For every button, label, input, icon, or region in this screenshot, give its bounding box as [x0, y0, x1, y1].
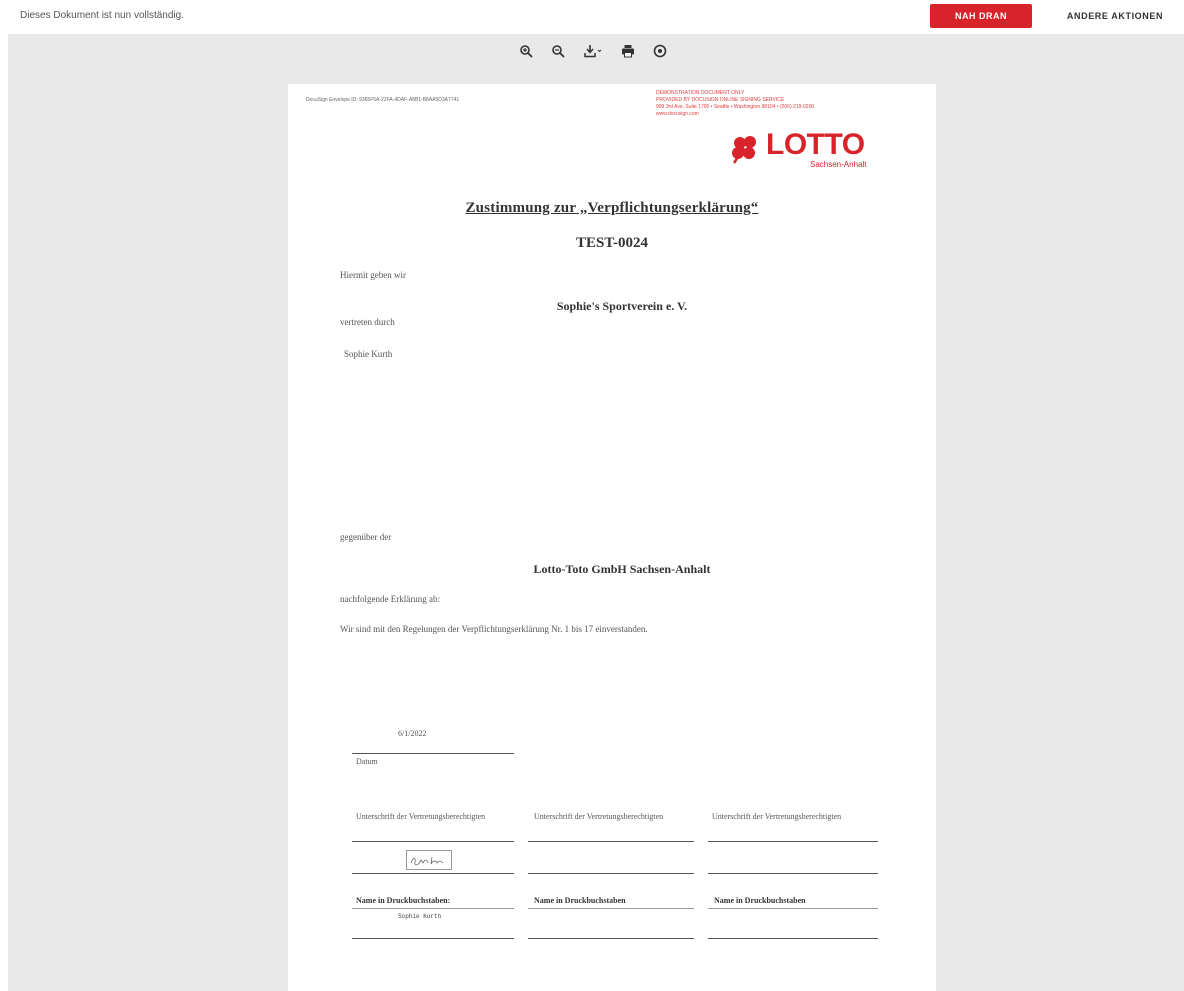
document-page: DocuSign Envelope ID: 9365F5A-22FA-4DAF-…	[288, 84, 936, 991]
signature-label-3: Unterschrift der Vertretungsberechtigten	[712, 812, 842, 821]
text-gegenueber: gegenüber der	[340, 532, 392, 542]
demo-notice-line: 999 3rd Ave, Suite 1700 • Seattle • Wash…	[656, 104, 815, 110]
signature-rule-3	[708, 873, 878, 874]
statement-text: Wir sind mit den Regelungen der Verpflic…	[340, 624, 648, 634]
print-icon[interactable]	[618, 41, 638, 61]
envelope-id: DocuSign Envelope ID: 9365F5A-22FA-4DAF-…	[306, 97, 460, 103]
print-name-rule-3	[708, 938, 878, 939]
signature-rule-1	[352, 873, 514, 874]
signature-label-rule-2	[528, 841, 694, 842]
download-icon[interactable]	[580, 41, 606, 61]
signature-label-rule-1	[352, 841, 514, 842]
organization-name: Sophie's Sportverein e. V.	[556, 299, 688, 313]
print-name-top-rule-3	[708, 908, 878, 909]
clover-logo-icon	[732, 136, 756, 164]
date-rule	[352, 753, 514, 754]
text-hiermit: Hiermit geben wir	[340, 270, 406, 280]
other-actions-button[interactable]: ANDERE AKTIONEN	[1052, 4, 1178, 28]
text-vertreten: vertreten durch	[340, 317, 395, 327]
date-value: 6/1/2022	[398, 729, 427, 738]
print-name-top-rule-2	[528, 908, 694, 909]
representative-name: Sophie Kurth	[344, 349, 393, 359]
demo-notice: DEMONSTRATION DOCUMENT ONLY PROVIDED BY …	[656, 90, 936, 118]
help-icon[interactable]	[650, 41, 670, 61]
document-viewer: DocuSign Envelope ID: 9365F5A-22FA-4DAF-…	[8, 34, 1184, 991]
signature-rule-2	[528, 873, 694, 874]
print-name-label-2: Name in Druckbuchstaben	[534, 896, 626, 905]
print-name-label-3: Name in Druckbuchstaben	[714, 896, 806, 905]
lotto-logo: LOTTO Sachsen-Anhalt	[728, 128, 888, 176]
demo-notice-line: PROVIDED BY DOCUSIGN ONLINE SIGNING SERV…	[656, 97, 785, 103]
print-name-top-rule-1	[352, 908, 514, 909]
printed-name: Sophie Kurth	[398, 913, 442, 920]
text-nachfolgende: nachfolgende Erklärung ab:	[340, 594, 440, 604]
status-message: Dieses Dokument ist nun vollständig.	[20, 10, 184, 21]
document-title: Zustimmung zur „Verpflichtungserklärung“	[465, 200, 759, 216]
signature-label-rule-3	[708, 841, 878, 842]
signature-field[interactable]	[406, 850, 452, 870]
demo-notice-line: www.docusign.com	[656, 111, 699, 117]
primary-action-button[interactable]: NAH DRAN	[930, 4, 1032, 28]
demo-notice-line: DEMONSTRATION DOCUMENT ONLY	[656, 90, 745, 96]
logo-subtitle: Sachsen-Anhalt	[810, 160, 867, 169]
print-name-rule-1	[352, 938, 514, 939]
top-bar: Dieses Dokument ist nun vollständig. NAH…	[0, 0, 1184, 34]
zoom-in-icon[interactable]	[516, 41, 536, 61]
logo-wordmark: LOTTO	[766, 128, 865, 161]
handwritten-signature-icon	[410, 856, 444, 866]
viewer-toolbar	[516, 40, 670, 62]
signature-label-1: Unterschrift der Vertretungsberechtigten	[356, 812, 486, 821]
print-name-rule-2	[528, 938, 694, 939]
signature-label-2: Unterschrift der Vertretungsberechtigten	[534, 812, 664, 821]
print-name-label-1: Name in Druckbuchstaben:	[356, 896, 451, 905]
date-label: Datum	[356, 757, 378, 766]
counterparty-name: Lotto-Toto GmbH Sachsen-Anhalt	[533, 562, 711, 576]
document-subtitle: TEST-0024	[576, 235, 648, 251]
zoom-out-icon[interactable]	[548, 41, 568, 61]
